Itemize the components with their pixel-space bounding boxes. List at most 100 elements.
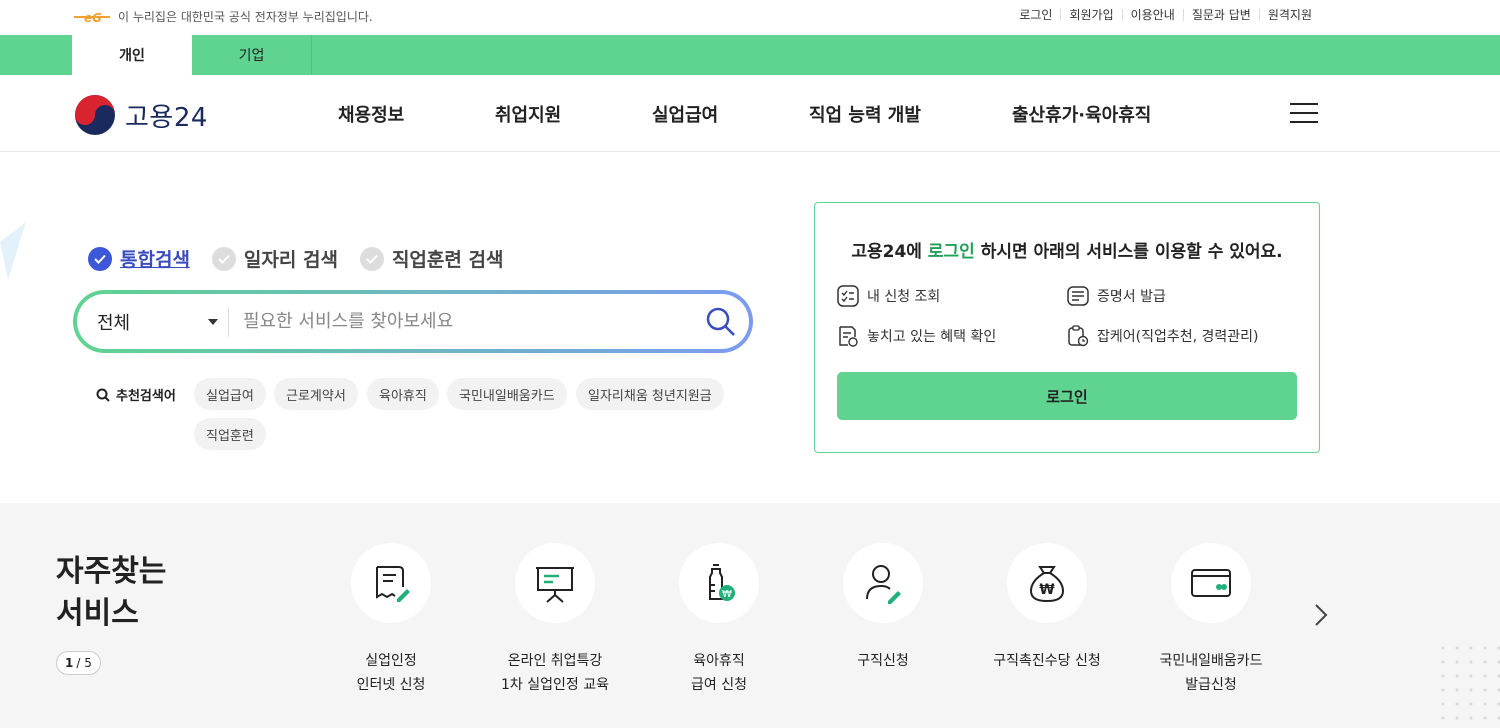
frequent-item-label-2: 1차 실업인정 교육 xyxy=(501,677,609,693)
frequent-item-label-2: 발급신청 xyxy=(1185,677,1237,693)
login-card-title-pre: 고용24에 xyxy=(851,242,928,262)
carousel-pager: 1 / 5 xyxy=(56,651,101,675)
service-label: 증명서 발급 xyxy=(1097,289,1166,305)
frequent-item-label: 국민내일배움카드 xyxy=(1159,653,1263,669)
login-card-title-highlight: 로그인 xyxy=(927,242,975,262)
search-type-jobs[interactable]: 일자리 검색 xyxy=(211,245,338,272)
service-my-applications[interactable]: 내 신청 조회 xyxy=(837,285,940,307)
user-type-tabs: 개인 기업 xyxy=(0,35,1500,75)
search-scope-value: 전체 xyxy=(97,312,131,334)
e-gov-logo-icon: eG xyxy=(74,11,110,24)
caret-down-icon xyxy=(208,318,218,325)
taegeuk-logo-icon xyxy=(75,95,115,135)
search-input[interactable] xyxy=(229,311,693,332)
frequent-item-label: 육아휴직 xyxy=(693,653,745,669)
search-type-label: 일자리 검색 xyxy=(243,249,338,271)
pager-current: 1 xyxy=(65,656,74,670)
top-utility-bar: eG 이 누리집은 대한민국 공식 전자정부 누리집입니다. 로그인 회원가입 … xyxy=(0,0,1500,35)
keyword-chip[interactable]: 실업급여 xyxy=(194,378,266,410)
svg-text:₩: ₩ xyxy=(1039,582,1055,598)
unchecked-icon xyxy=(359,246,384,271)
search-icon xyxy=(706,307,735,336)
gov-notice: eG 이 누리집은 대한민국 공식 전자정부 누리집입니다. xyxy=(72,8,373,25)
frequent-item-label-2: 급여 신청 xyxy=(691,677,747,693)
search-type-selector: 통합검색 일자리 검색 직업훈련 검색 xyxy=(88,245,503,272)
checked-icon xyxy=(88,246,112,271)
pager-total: / 5 xyxy=(76,656,92,670)
site-logo[interactable]: 고용24 xyxy=(73,93,208,137)
main-navigation: 고용24 채용정보 취업지원 실업급여 직업 능력 개발 출산휴가·육아휴직 xyxy=(0,75,1500,152)
keyword-chip[interactable]: 일자리채움 청년지원금 xyxy=(576,378,724,410)
document-pen-icon xyxy=(376,566,410,602)
keyword-chip[interactable]: 근로계약서 xyxy=(274,378,358,410)
logo-text: 고용24 xyxy=(125,102,208,133)
frequent-item-job-application[interactable]: 구직신청 xyxy=(801,543,965,673)
frequent-item-job-promotion-allowance[interactable]: ₩ 구직촉진수당 신청 xyxy=(965,543,1129,673)
gnb-item-vocational-training[interactable]: 직업 능력 개발 xyxy=(809,101,921,127)
tab-business[interactable]: 기업 xyxy=(192,35,312,75)
gnb-item-employment-support[interactable]: 취업지원 xyxy=(495,101,561,127)
card-icon xyxy=(1191,569,1231,597)
search-type-integrated[interactable]: 통합검색 xyxy=(88,245,190,272)
document-check-icon xyxy=(839,326,858,347)
presentation-board-icon xyxy=(536,567,574,603)
search-icon xyxy=(96,388,110,402)
chevron-right-icon[interactable] xyxy=(1310,603,1330,627)
util-link-remote[interactable]: 원격지원 xyxy=(1258,9,1320,21)
frequent-title-line2: 서비스 xyxy=(56,596,139,631)
service-label: 내 신청 조회 xyxy=(867,289,941,305)
certificate-icon xyxy=(1067,286,1089,306)
frequent-title-line1: 자주찾는 xyxy=(56,554,167,589)
keyword-chip[interactable]: 육아휴직 xyxy=(367,378,439,410)
service-label: 잡케어(직업추천, 경력관리) xyxy=(1097,329,1259,345)
svg-text:₩: ₩ xyxy=(722,589,732,600)
frequent-item-label: 온라인 취업특강 xyxy=(507,653,603,669)
paper-plane-decoration-icon xyxy=(0,222,26,280)
frequent-item-label-2: 인터넷 신청 xyxy=(356,677,426,693)
search-type-training[interactable]: 직업훈련 검색 xyxy=(359,245,504,272)
util-link-qna[interactable]: 질문과 답변 xyxy=(1182,9,1259,21)
gnb-item-jobs[interactable]: 채용정보 xyxy=(338,101,404,127)
service-certificate[interactable]: 증명서 발급 xyxy=(1067,285,1166,307)
unchecked-icon xyxy=(211,246,236,271)
util-link-guide[interactable]: 이용안내 xyxy=(1121,9,1183,21)
recommended-keywords-label: 추천검색어 xyxy=(96,385,176,404)
baby-bottle-won-icon: ₩ xyxy=(709,564,735,601)
tab-personal[interactable]: 개인 xyxy=(72,35,192,75)
service-jobcare[interactable]: 잡케어(직업추천, 경력관리) xyxy=(1067,325,1259,347)
search-button[interactable] xyxy=(693,306,749,338)
frequent-item-parental-leave-benefit[interactable]: ₩ 육아휴직급여 신청 xyxy=(637,543,801,697)
frequent-item-unemployment-recognition[interactable]: 실업인정인터넷 신청 xyxy=(309,543,473,697)
search-type-label: 통합검색 xyxy=(120,249,190,271)
checklist-icon xyxy=(837,285,859,307)
login-button[interactable]: 로그인 xyxy=(837,372,1297,420)
keyword-chip[interactable]: 국민내일배움카드 xyxy=(447,378,567,410)
gov-notice-text: 이 누리집은 대한민국 공식 전자정부 누리집입니다. xyxy=(118,10,373,24)
frequent-services-title: 자주찾는 서비스 xyxy=(56,551,216,635)
money-bag-won-icon: ₩ xyxy=(1029,566,1065,603)
search-type-label: 직업훈련 검색 xyxy=(391,249,504,271)
util-link-signup[interactable]: 회원가입 xyxy=(1060,9,1121,21)
gnb-item-unemployment-benefit[interactable]: 실업급여 xyxy=(652,101,718,127)
login-card-title-post: 하시면 아래의 서비스를 이용할 수 있어요. xyxy=(974,242,1283,262)
frequent-item-learning-card[interactable]: 국민내일배움카드발급신청 xyxy=(1129,543,1293,697)
frequent-item-label: 구직신청 xyxy=(857,653,909,669)
gnb-item-parental-leave[interactable]: 출산휴가·육아휴직 xyxy=(1012,101,1151,127)
person-pen-icon xyxy=(866,565,901,604)
recommended-keywords-text: 추천검색어 xyxy=(116,389,176,404)
util-link-login[interactable]: 로그인 xyxy=(1011,9,1060,21)
search-box: 전체 xyxy=(73,290,753,353)
keyword-chip[interactable]: 직업훈련 xyxy=(194,418,266,450)
dot-pattern-decoration xyxy=(1441,646,1500,720)
util-links: 로그인 회원가입 이용안내 질문과 답변 원격지원 xyxy=(1011,9,1320,21)
frequent-item-label: 구직촉진수당 신청 xyxy=(993,653,1101,669)
clipboard-clock-icon xyxy=(1068,325,1089,347)
menu-hamburger-icon[interactable] xyxy=(1290,103,1318,123)
service-label: 놓치고 있는 혜택 확인 xyxy=(867,329,997,345)
service-missed-benefits[interactable]: 놓치고 있는 혜택 확인 xyxy=(837,325,996,347)
frequent-item-online-lecture[interactable]: 온라인 취업특강 1차 실업인정 교육 xyxy=(473,543,637,697)
frequent-services-section: 자주찾는 서비스 1 / 5 실업인정인터넷 신청 온라인 취업특강 1차 실업인… xyxy=(0,503,1500,728)
login-card-title: 고용24에 로그인 하시면 아래의 서비스를 이용할 수 있어요. xyxy=(815,237,1319,262)
search-scope-select[interactable]: 전체 xyxy=(77,306,229,337)
frequent-item-label: 실업인정 xyxy=(365,653,417,669)
